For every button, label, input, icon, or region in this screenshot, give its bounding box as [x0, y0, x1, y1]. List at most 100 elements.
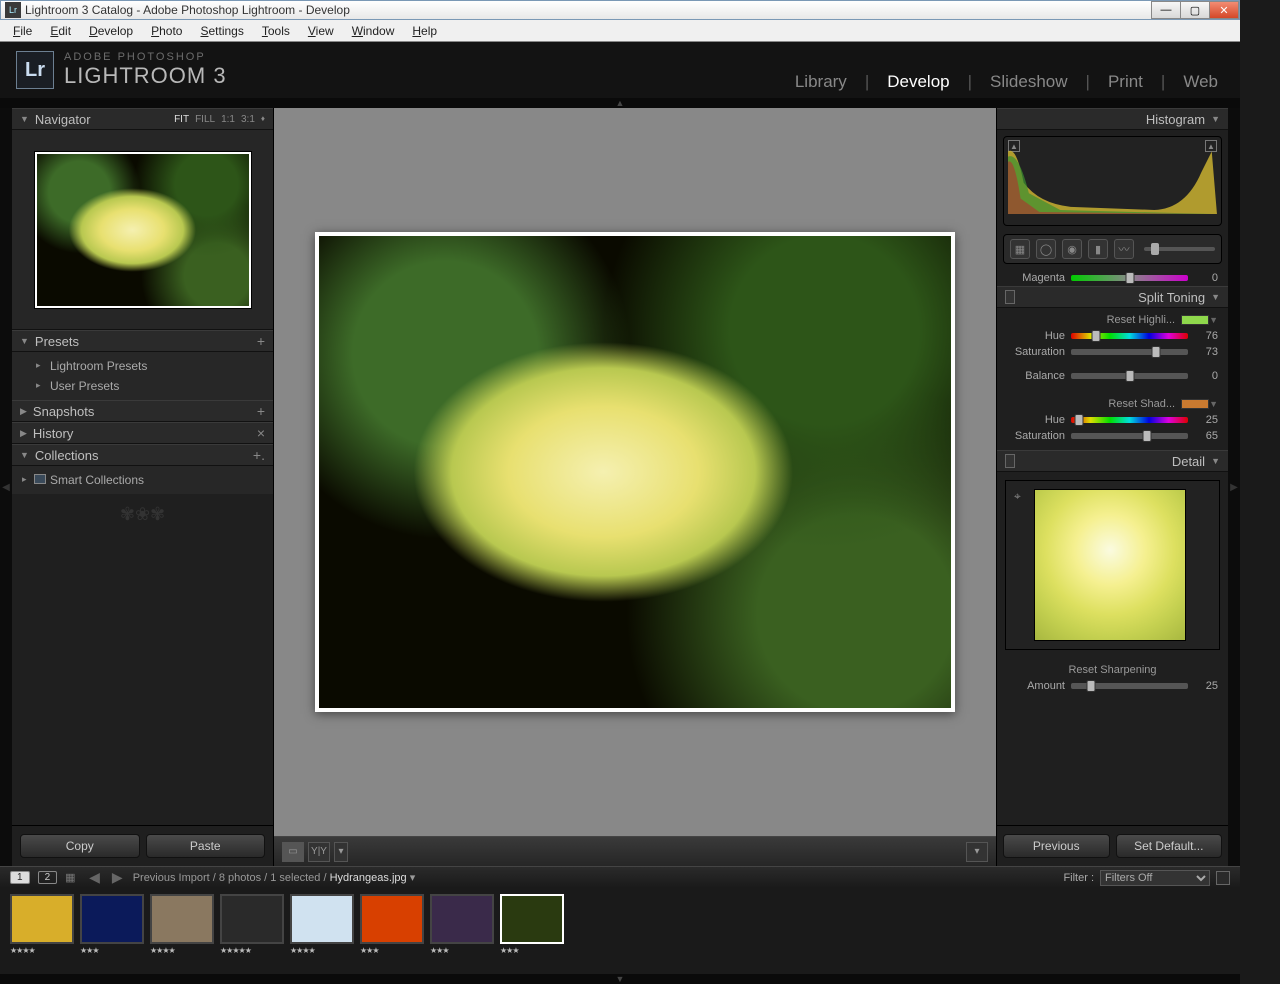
filter-select[interactable]: Filters Off [1100, 870, 1210, 886]
magenta-value[interactable]: 0 [1194, 272, 1218, 284]
close-button[interactable]: ✕ [1209, 1, 1239, 19]
brush-size-slider[interactable] [1144, 247, 1215, 251]
menu-tools[interactable]: Tools [253, 22, 299, 40]
zoom-3-1[interactable]: 3:1 [241, 114, 255, 125]
navigator-preview[interactable] [12, 130, 273, 330]
highlight-swatch[interactable] [1181, 315, 1209, 325]
gradient-tool-icon[interactable]: ▮ [1088, 239, 1108, 259]
shadow-sat-slider[interactable]: Saturation 65 [997, 428, 1228, 444]
top-panel-toggle[interactable]: ▲ [0, 98, 1240, 108]
smart-collections-item[interactable]: ▸ Smart Collections [12, 470, 273, 490]
reset-highlights-label[interactable]: Reset Highli... [1107, 314, 1175, 326]
panel-switch-icon[interactable] [1005, 290, 1015, 304]
preset-folder-user[interactable]: User Presets [12, 376, 273, 396]
smart-collections-label: Smart Collections [50, 473, 144, 487]
highlight-sat-slider[interactable]: Saturation 73 [997, 344, 1228, 360]
menu-develop[interactable]: Develop [80, 22, 142, 40]
zoom-1-1[interactable]: 1:1 [221, 114, 235, 125]
loupe-view-icon[interactable]: ▭ [282, 842, 304, 862]
module-library[interactable]: Library [795, 72, 847, 92]
nav-back-icon[interactable]: ◀ [87, 869, 102, 886]
monitor-2-button[interactable]: 2 [38, 871, 58, 884]
crop-tool-icon[interactable]: ▦ [1010, 239, 1030, 259]
module-slideshow[interactable]: Slideshow [990, 72, 1068, 92]
filmstrip-thumb[interactable]: ★★★★★ [220, 894, 284, 968]
add-collection-icon[interactable]: +. [253, 447, 265, 463]
source-path[interactable]: Previous Import / 8 photos / 1 selected … [133, 871, 416, 884]
panel-switch-icon[interactable] [1005, 454, 1015, 468]
shadow-hue-slider[interactable]: Hue 25 [997, 412, 1228, 428]
module-web[interactable]: Web [1183, 72, 1218, 92]
add-snapshot-icon[interactable]: + [257, 403, 265, 419]
brush-tool-icon[interactable]: 〰 [1114, 239, 1134, 259]
reset-shadows-label[interactable]: Reset Shad... [1108, 398, 1175, 410]
preset-folder-lightroom[interactable]: Lightroom Presets [12, 356, 273, 376]
navigator-header[interactable]: ▼ Navigator FIT FILL 1:1 3:1 ♦ [12, 108, 273, 130]
balance-slider[interactable]: Balance 0 [997, 368, 1228, 384]
history-header[interactable]: ▶ History × [12, 422, 273, 444]
zoom-fit[interactable]: FIT [174, 114, 189, 125]
minimize-button[interactable]: — [1151, 1, 1181, 19]
filter-lock-icon[interactable] [1216, 871, 1230, 885]
chevron-down-icon[interactable]: ▼ [1209, 315, 1218, 325]
before-after-menu-icon[interactable]: ▾ [334, 842, 348, 862]
snapshots-header[interactable]: ▶ Snapshots + [12, 400, 273, 422]
presets-header[interactable]: ▼ Presets + [12, 330, 273, 352]
split-toning-header[interactable]: Split Toning ▼ [997, 286, 1228, 308]
navigator-image [37, 154, 249, 306]
menu-edit[interactable]: Edit [41, 22, 80, 40]
module-print[interactable]: Print [1108, 72, 1143, 92]
filmstrip-thumb[interactable]: ★★★★ [10, 894, 74, 968]
sharpen-amount-slider[interactable]: Amount 25 [997, 678, 1228, 694]
menu-help[interactable]: Help [403, 22, 446, 40]
chevron-down-icon[interactable]: ▼ [1209, 399, 1218, 409]
detail-header[interactable]: Detail ▼ [997, 450, 1228, 472]
filmstrip-thumb[interactable]: ★★★ [500, 894, 564, 968]
menu-photo[interactable]: Photo [142, 22, 191, 40]
module-develop[interactable]: Develop [887, 72, 949, 92]
left-edge-toggle[interactable]: ◀ [0, 108, 12, 866]
grid-view-icon[interactable]: ▦ [65, 871, 79, 885]
right-edge-toggle[interactable]: ▶ [1228, 108, 1240, 866]
menu-file[interactable]: File [4, 22, 41, 40]
copy-button[interactable]: Copy [20, 834, 140, 858]
add-preset-icon[interactable]: + [257, 333, 265, 349]
chevron-down-icon: ▼ [20, 114, 29, 124]
reset-sharpening-label[interactable]: Reset Sharpening [1068, 664, 1156, 676]
clear-history-icon[interactable]: × [257, 425, 265, 441]
monitor-1-button[interactable]: 1 [10, 871, 30, 884]
filmstrip-thumb[interactable]: ★★★★ [290, 894, 354, 968]
highlight-hue-slider[interactable]: Hue 76 [997, 328, 1228, 344]
detail-target-icon[interactable]: ⌖ [1014, 489, 1028, 503]
magenta-slider[interactable]: Magenta 0 [997, 270, 1228, 286]
maximize-button[interactable]: ▢ [1180, 1, 1210, 19]
paste-button[interactable]: Paste [146, 834, 266, 858]
menu-window[interactable]: Window [343, 22, 404, 40]
thumb-rating: ★★★★★ [220, 944, 284, 955]
image-canvas[interactable] [274, 108, 996, 836]
histogram-display[interactable]: ▲ ▲ [1003, 136, 1222, 226]
menu-settings[interactable]: Settings [191, 22, 252, 40]
center-area: ▭ Y|Y ▾ ▾ [274, 108, 996, 866]
filmstrip-thumb[interactable]: ★★★ [430, 894, 494, 968]
nav-forward-icon[interactable]: ▶ [110, 869, 125, 886]
histogram-header[interactable]: Histogram ▼ [997, 108, 1228, 130]
thumb-image [430, 894, 494, 944]
filmstrip-thumb[interactable]: ★★★ [80, 894, 144, 968]
detail-crop-image[interactable] [1034, 489, 1186, 641]
before-after-icon[interactable]: Y|Y [308, 842, 330, 862]
shadow-swatch[interactable] [1181, 399, 1209, 409]
zoom-fill[interactable]: FILL [195, 114, 215, 125]
previous-button[interactable]: Previous [1003, 834, 1110, 858]
redeye-tool-icon[interactable]: ◉ [1062, 239, 1082, 259]
collections-header[interactable]: ▼ Collections +. [12, 444, 273, 466]
zoom-chevron-icon[interactable]: ♦ [261, 114, 265, 125]
set-default-button[interactable]: Set Default... [1116, 834, 1223, 858]
bottom-panel-toggle[interactable]: ▼ [0, 974, 1240, 984]
filmstrip-thumb[interactable]: ★★★ [360, 894, 424, 968]
menu-view[interactable]: View [299, 22, 343, 40]
thumb-rating: ★★★★ [290, 944, 354, 955]
toolbar-menu-icon[interactable]: ▾ [966, 842, 988, 862]
filmstrip-thumb[interactable]: ★★★★ [150, 894, 214, 968]
spot-tool-icon[interactable]: ◯ [1036, 239, 1056, 259]
